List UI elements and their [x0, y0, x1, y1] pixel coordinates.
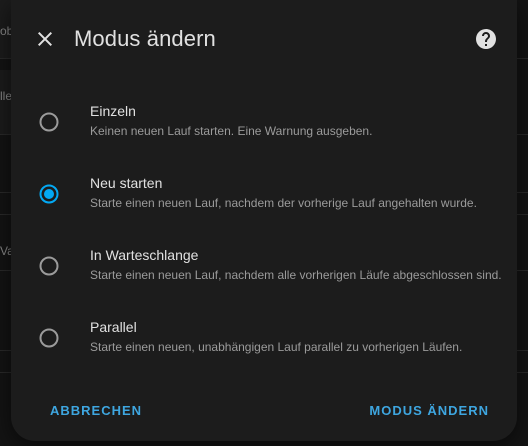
background-text: ob: [0, 24, 11, 38]
radio-unchecked-icon[interactable]: [39, 112, 59, 132]
background-text: Va: [0, 244, 11, 258]
close-icon: [38, 32, 52, 46]
cancel-button[interactable]: ABBRECHEN: [50, 403, 142, 418]
dialog-header: Modus ändern: [11, 0, 517, 78]
close-button[interactable]: [33, 27, 57, 51]
option-label: Einzeln: [90, 103, 136, 119]
option-label: In Warteschlange: [90, 247, 199, 263]
radio-unchecked-icon[interactable]: [39, 328, 59, 348]
mode-option-single[interactable]: Einzeln Keinen neuen Lauf starten. Eine …: [11, 103, 517, 167]
radio-checked-icon[interactable]: [39, 184, 59, 204]
dialog-title: Modus ändern: [74, 26, 216, 51]
mode-option-queued[interactable]: In Warteschlange Starte einen neuen Lauf…: [11, 247, 517, 311]
change-mode-button[interactable]: MODUS ÄNDERN: [369, 403, 489, 418]
option-description: Starte einen neuen Lauf, nachdem der vor…: [90, 196, 477, 210]
radio-unchecked-icon[interactable]: [39, 256, 59, 276]
option-description: Keinen neuen Lauf starten. Eine Warnung …: [90, 124, 373, 138]
help-circle-icon: [476, 29, 496, 49]
background-text: lle: [0, 89, 11, 103]
mode-option-restart[interactable]: Neu starten Starte einen neuen Lauf, nac…: [11, 175, 517, 239]
mode-option-parallel[interactable]: Parallel Starte einen neuen, unabhängige…: [11, 319, 517, 383]
option-description: Starte einen neuen, unabhängigen Lauf pa…: [90, 340, 463, 354]
help-button[interactable]: [474, 27, 498, 51]
option-label: Parallel: [90, 319, 137, 335]
change-mode-dialog: Modus ändern Einzeln Keinen neuen Lauf s…: [11, 0, 517, 441]
option-label: Neu starten: [90, 175, 163, 191]
option-description: Starte einen neuen Lauf, nachdem alle vo…: [90, 268, 502, 282]
